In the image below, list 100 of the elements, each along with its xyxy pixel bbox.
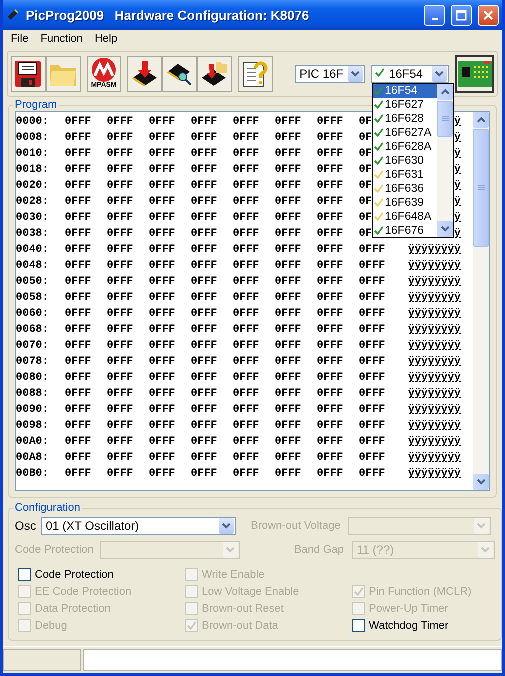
address-cell-text: 0088: [16, 388, 50, 400]
chip-folder-icon [200, 60, 228, 88]
check-icon [186, 620, 196, 630]
value-cell: 0FFF [359, 276, 386, 288]
value-cell: 0FFF [107, 260, 134, 272]
value-cell: 0FFF [65, 308, 92, 320]
field-label: Brown-out Voltage [251, 520, 342, 532]
value-cell: 0FFF [275, 116, 302, 128]
list-item[interactable]: 16F648A [373, 210, 437, 224]
value-cell: 0FFF [191, 308, 218, 320]
maximize-button[interactable] [451, 4, 472, 26]
value-cell: 0FFF [65, 276, 92, 288]
address-cell-text: 0018: [16, 164, 50, 176]
value-cell: 0FFF [65, 356, 92, 368]
menu-item[interactable]: Function [34, 33, 89, 45]
value-cell: 0FFF [65, 420, 92, 432]
value-cell: 0FFF [233, 308, 260, 320]
scrollbar[interactable] [473, 112, 489, 490]
minimize-button[interactable] [424, 4, 445, 26]
ascii-cell: ÿÿÿÿÿÿÿÿ [408, 340, 461, 352]
list-item[interactable]: 16F627A [373, 126, 437, 140]
help-button[interactable] [238, 56, 273, 92]
value-cell: 0FFF [191, 116, 218, 128]
value-cell: 0FFF [149, 292, 176, 304]
value-cell: 0FFF [191, 276, 218, 288]
family-dropdown[interactable]: PIC 16F [294, 65, 366, 83]
value-cell: 0FFF [275, 132, 302, 144]
list-item[interactable]: 16F676 [373, 224, 437, 238]
value-cell: 0FFF [191, 436, 218, 448]
close-icon [483, 10, 494, 20]
value-cell: 0FFF [107, 436, 134, 448]
value-cell: 0FFF [275, 468, 302, 480]
caret-icon [476, 117, 486, 123]
value-cell: 0FFF [191, 356, 218, 368]
menu-item[interactable]: Help [88, 33, 124, 45]
ascii-cell: ÿÿÿÿÿÿÿÿ [408, 260, 461, 272]
menu-item[interactable]: File [5, 33, 35, 45]
floppy-icon [14, 60, 42, 88]
close-button[interactable] [478, 4, 499, 26]
ascii-cell: ÿÿÿÿÿÿÿÿ [408, 308, 461, 320]
osc-dropdown[interactable]: 01 (XT Oscillator) [41, 517, 236, 535]
value-cell: 0FFF [149, 436, 176, 448]
value-cell: 0FFF [233, 292, 260, 304]
value-cell: 0F [359, 180, 372, 192]
value-cell: 0FFF [317, 164, 344, 176]
value-cell: 0FFF [191, 292, 218, 304]
caret-icon [440, 226, 450, 232]
write-button[interactable] [127, 56, 162, 92]
value-cell: 0FFF [149, 244, 176, 256]
field-label: Code Protection [15, 544, 95, 556]
group-title: Configuration [14, 502, 82, 514]
value-cell: 0FFF [107, 324, 134, 336]
value-cell: 0FFF [107, 468, 134, 480]
address-cell-text: 00B0: [16, 468, 50, 480]
value-cell: 0FFF [275, 324, 302, 336]
value-cell: 0FFF [149, 324, 176, 336]
value-cell: 0FFF [233, 148, 260, 160]
value-cell: 0FFF [191, 148, 218, 160]
caret-icon [477, 523, 486, 529]
list-item[interactable]: 16F636 [373, 182, 437, 196]
list-item[interactable]: 16F631 [373, 168, 437, 182]
value-cell: 0FFF [317, 260, 344, 272]
value-cell: 0FFF [317, 404, 344, 416]
verify-button[interactable] [162, 56, 197, 92]
value-cell: 0FFF [107, 340, 134, 352]
value-cell: 0FFF [149, 420, 176, 432]
value-cell: 0FFF [317, 132, 344, 144]
checkbox[interactable] [18, 568, 31, 581]
address-cell-text: 0068: [16, 324, 50, 336]
check-icon [354, 586, 364, 596]
value-cell: 0FFF [317, 244, 344, 256]
value-cell: 0FFF [275, 148, 302, 160]
device-dropdown[interactable]: 16F54 [371, 65, 450, 83]
value-cell: 0FFF [359, 404, 386, 416]
value-cell: 0FFF [233, 164, 260, 176]
value-cell: 0FFF [233, 116, 260, 128]
value-cell: 0FFF [275, 372, 302, 384]
save-button[interactable] [11, 56, 46, 92]
read-button[interactable] [196, 56, 232, 92]
list-item[interactable]: 16F54 [373, 84, 437, 98]
value-cell: 0FFF [359, 388, 386, 400]
value-cell: 0FFF [65, 468, 92, 480]
value-cell: 0FFF [275, 212, 302, 224]
value-cell: 0FFF [149, 196, 176, 208]
value-cell: 0FFF [65, 196, 92, 208]
value-cell: 0FFF [149, 260, 176, 272]
list-item[interactable]: 16F628A [373, 140, 437, 154]
grip-icon [478, 185, 484, 191]
list-item[interactable]: 16F639 [373, 196, 437, 210]
value-cell: 0FFF [191, 372, 218, 384]
ascii-cell: ÿÿÿÿÿÿÿÿ [408, 436, 461, 448]
address-cell-text: 0078: [16, 356, 50, 368]
scrollbar[interactable] [437, 84, 453, 237]
list-item[interactable]: 16F630 [373, 154, 437, 168]
value-cell: 0FFF [107, 148, 134, 160]
checkbox[interactable] [352, 619, 365, 632]
list-item[interactable]: 16F628 [373, 112, 437, 126]
value-cell: 0FFF [149, 212, 176, 224]
list-item[interactable]: 16F627 [373, 98, 437, 112]
programmer-board-button[interactable] [455, 55, 494, 93]
